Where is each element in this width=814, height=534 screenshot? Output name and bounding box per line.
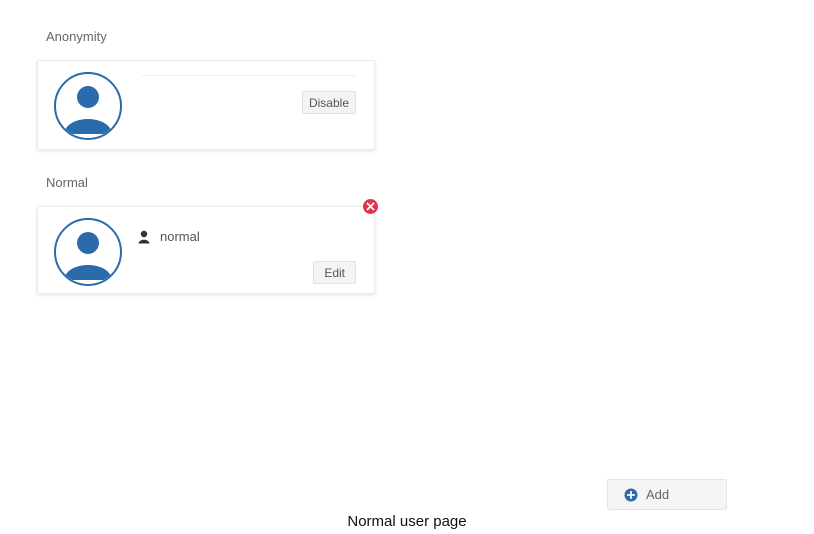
card-divider xyxy=(142,75,356,76)
add-button[interactable]: Add xyxy=(607,479,727,510)
disable-button[interactable]: Disable xyxy=(301,91,356,114)
person-icon xyxy=(138,230,150,244)
normal-user-card: normal Edit xyxy=(37,199,378,294)
username-label: normal xyxy=(160,229,200,244)
add-button-label: Add xyxy=(646,487,670,502)
username-row: normal xyxy=(138,229,200,244)
close-circle-icon[interactable] xyxy=(363,199,378,214)
page-caption: Normal user page xyxy=(347,513,467,530)
user-avatar-icon xyxy=(54,72,122,140)
plus-circle-icon xyxy=(624,488,638,502)
anonymity-card: Disable xyxy=(37,60,375,150)
edit-button[interactable]: Edit xyxy=(313,261,356,284)
normal-section-title: Normal xyxy=(46,175,88,190)
user-avatar-icon xyxy=(54,218,122,286)
anonymity-section-title: Anonymity xyxy=(46,29,107,44)
